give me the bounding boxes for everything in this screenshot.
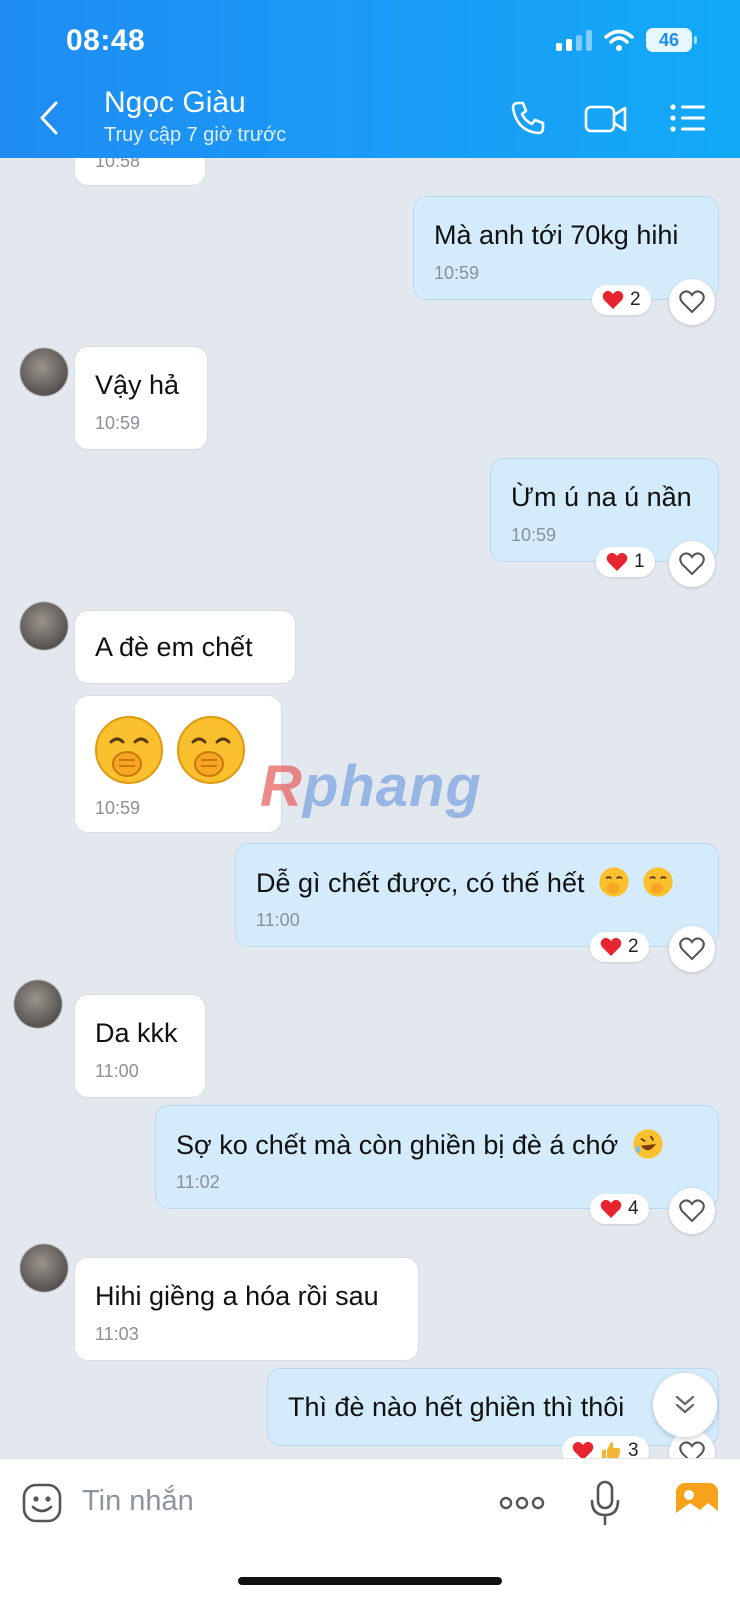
chevron-left-icon	[40, 101, 58, 135]
reaction-badge[interactable]: 2	[592, 285, 651, 315]
react-button[interactable]	[669, 279, 715, 325]
status-icons: 46	[556, 28, 697, 52]
avatar[interactable]	[20, 602, 68, 650]
message-text: Mà anh tới 70kg hihi	[434, 220, 679, 250]
message-bubble[interactable]: Mà anh tới 70kg hihi 10:59	[413, 196, 719, 300]
message-text: Sợ ko chết mà còn ghiền bị đè á chớ	[176, 1128, 664, 1161]
message-time: 11:03	[95, 1324, 139, 1344]
message-time: 10:59	[95, 413, 141, 433]
message-bubble[interactable]: A đè em chết	[74, 610, 296, 684]
phone-icon	[511, 101, 545, 135]
scroll-to-bottom-button[interactable]	[653, 1373, 717, 1437]
more-button[interactable]	[498, 1491, 546, 1515]
shy-face-emoji-icon	[177, 716, 245, 784]
chat-header: 08:48 46 Ngọc Giàu Truy cập 7 giờ trước	[0, 0, 740, 158]
reaction-count: 1	[634, 551, 645, 572]
back-button[interactable]	[34, 100, 64, 136]
reaction-badge[interactable]: 4	[590, 1194, 649, 1224]
message-text: Dễ gì chết được, có thế hết	[256, 866, 674, 899]
heart-outline-icon	[679, 1199, 705, 1223]
shy-face-emoji-icon	[642, 867, 673, 897]
avatar[interactable]	[20, 1244, 68, 1292]
heart-outline-icon	[679, 937, 705, 961]
heart-icon	[600, 1199, 622, 1218]
message-time: 10:58	[95, 158, 141, 171]
sticker-button[interactable]	[20, 1481, 64, 1525]
message-text: Ừm ú na ú nần	[511, 482, 692, 512]
reaction-count: 2	[630, 289, 641, 310]
list-menu-icon	[670, 104, 705, 132]
battery-icon: 46	[646, 28, 697, 52]
sticker-face-icon	[22, 1483, 62, 1523]
thumbs-up-icon	[602, 1442, 621, 1458]
message-text: Hihi giềng a hóa rồi sau	[95, 1281, 379, 1311]
watermark-logo: Rphang	[260, 754, 482, 819]
heart-icon	[602, 290, 624, 309]
reaction-count: 2	[628, 936, 639, 957]
shy-face-emoji-icon	[95, 716, 163, 784]
menu-button[interactable]	[666, 98, 710, 138]
reaction-badge[interactable]: 3	[562, 1436, 649, 1458]
home-indicator	[238, 1577, 502, 1585]
rolling-laugh-emoji-icon	[633, 1129, 663, 1159]
message-text: Thì đè nào hết ghiền thì thôi	[288, 1392, 625, 1422]
message-time: 10:59	[95, 798, 141, 818]
microphone-icon	[590, 1480, 620, 1526]
message-input[interactable]: Tin nhắn	[82, 1485, 194, 1518]
shy-face-emoji-icon	[599, 867, 629, 897]
reaction-count: 3	[628, 1440, 639, 1458]
chat-area[interactable]: 10:58 Mà anh tới 70kg hihi 10:59 2 Vậy h…	[0, 158, 740, 1458]
wifi-icon	[604, 29, 634, 51]
heart-icon	[600, 937, 622, 956]
signal-icon	[556, 29, 592, 51]
reaction-badge[interactable]: 2	[590, 932, 649, 962]
video-icon	[584, 105, 627, 133]
image-gallery-icon	[676, 1483, 718, 1521]
message-bubble[interactable]: Hihi giềng a hóa rồi sau 11:03	[74, 1257, 419, 1361]
avatar[interactable]	[20, 348, 68, 396]
message-input-bar: Tin nhắn	[0, 1458, 740, 1600]
message-time: 10:59	[434, 263, 480, 283]
message-text: Vậy hả	[95, 370, 180, 400]
reaction-badge[interactable]: 1	[596, 547, 655, 577]
call-button[interactable]	[506, 98, 550, 138]
react-button[interactable]	[669, 541, 715, 587]
reaction-count: 4	[628, 1198, 639, 1219]
heart-outline-icon	[679, 290, 705, 314]
message-time: 11:00	[95, 1061, 139, 1081]
image-button[interactable]	[674, 1479, 720, 1525]
react-button[interactable]	[669, 1188, 715, 1234]
double-chevron-down-icon	[675, 1395, 695, 1414]
message-time: 10:59	[511, 525, 557, 545]
last-seen-status: Truy cập 7 giờ trước	[104, 124, 287, 146]
message-text: A đè em chết	[95, 632, 253, 662]
heart-outline-icon	[679, 1441, 705, 1458]
message-bubble[interactable]: Dễ gì chết được, có thế hết 11:00	[235, 843, 719, 947]
contact-name[interactable]: Ngọc Giàu	[104, 86, 246, 120]
heart-outline-icon	[679, 552, 705, 576]
react-button[interactable]	[669, 926, 715, 972]
heart-icon	[572, 1441, 594, 1458]
message-text: Da kkk	[95, 1018, 178, 1048]
message-bubble[interactable]: Vậy hả 10:59	[74, 346, 208, 450]
video-call-button[interactable]	[584, 98, 628, 138]
status-time: 08:48	[66, 24, 146, 57]
more-dots-icon	[499, 1496, 545, 1510]
emoji-message-bubble[interactable]: 10:59	[74, 695, 282, 833]
message-time: 11:02	[176, 1172, 220, 1192]
message-bubble[interactable]: Thì đè nào hết ghiền thì thôi	[267, 1368, 719, 1446]
message-bubble[interactable]: 10:58	[74, 158, 206, 186]
message-bubble[interactable]: Da kkk 11:00	[74, 994, 206, 1098]
message-time: 11:00	[256, 910, 300, 930]
heart-icon	[606, 552, 628, 571]
avatar[interactable]	[14, 980, 62, 1028]
voice-button[interactable]	[588, 1479, 622, 1527]
